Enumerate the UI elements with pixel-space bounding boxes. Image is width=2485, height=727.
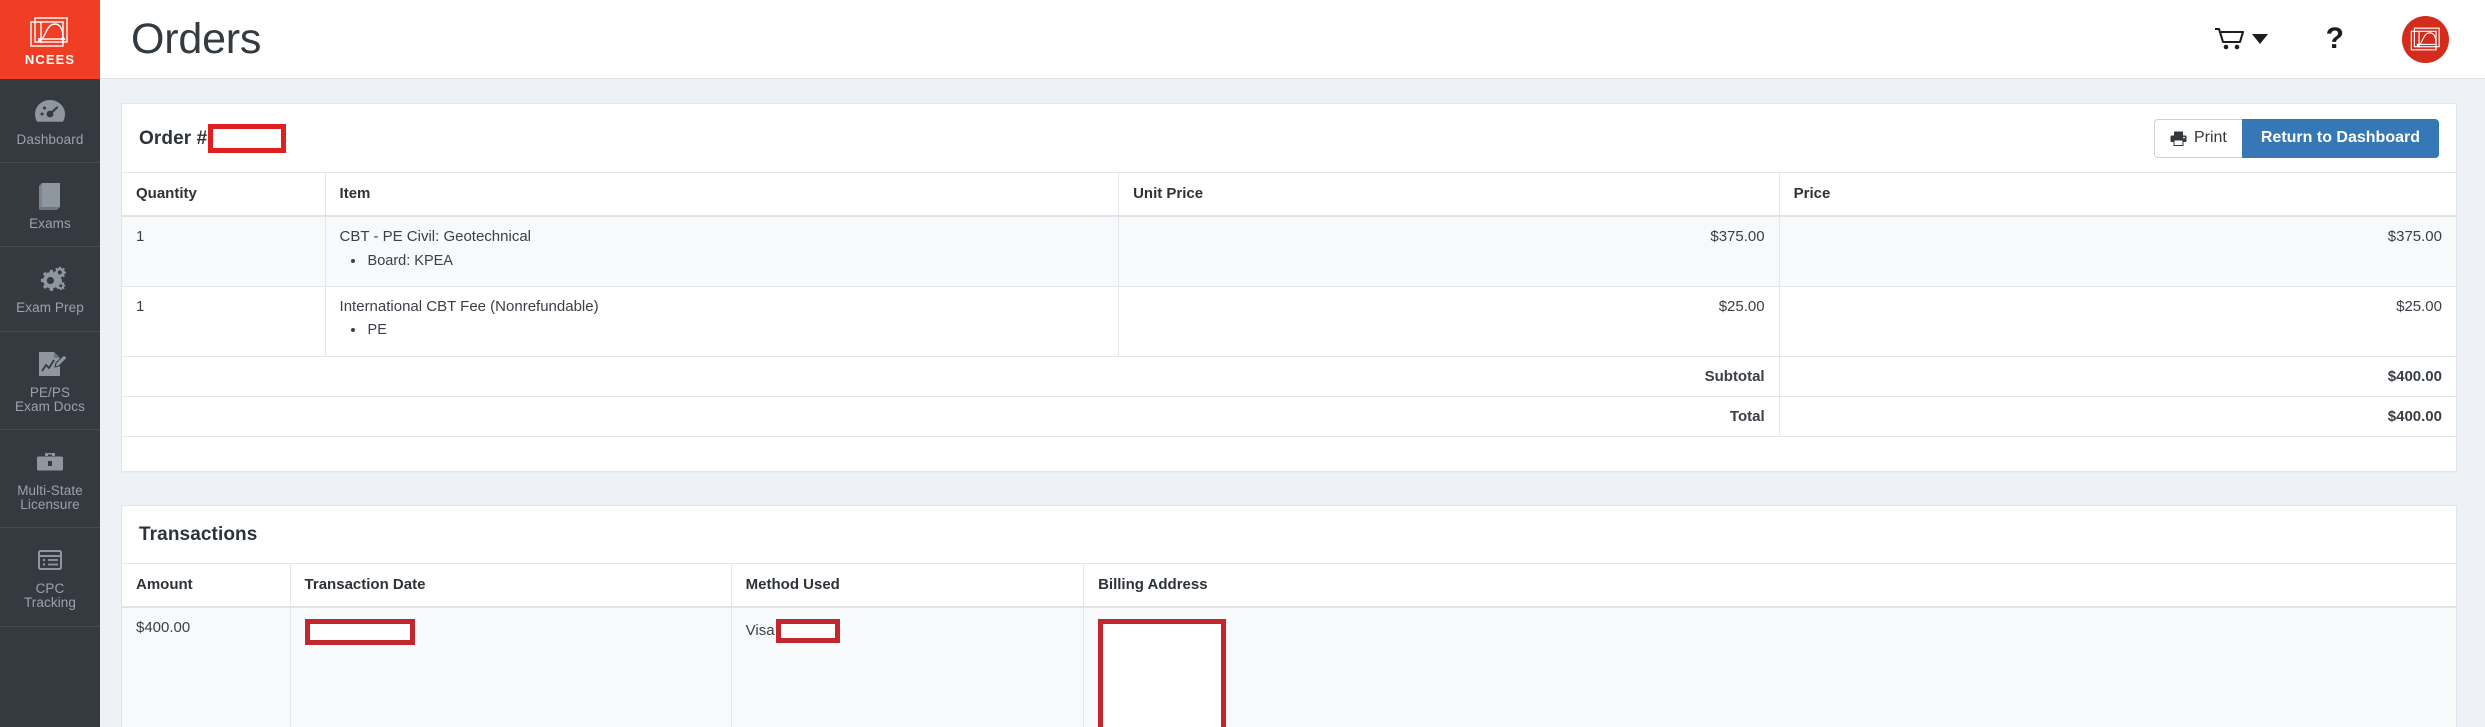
chevron-down-icon (2251, 34, 2268, 44)
print-button-label: Print (2193, 129, 2227, 146)
sidebar-item-exams[interactable]: Exams (0, 163, 100, 248)
top-bar: Orders ? (100, 0, 2485, 79)
table-row: 1 CBT - PE Civil: Geotechnical Board: KP… (122, 216, 2456, 287)
cart-menu[interactable] (2214, 27, 2268, 51)
sidebar: NCEES Dashboard Exams Exam Prep PE/PS Ex… (0, 0, 100, 727)
sidebar-item-label: Multi-State Licensure (17, 482, 83, 513)
dashboard-gauge-icon (33, 96, 67, 126)
order-items-table: Quantity Item Unit Price Price 1 CBT - P… (122, 172, 2456, 437)
method-used-label: Visa (745, 622, 775, 639)
table-header-row: Amount Transaction Date Method Used Bill… (122, 562, 2456, 608)
cell-price: $25.00 (1778, 286, 2456, 357)
order-panel: Order # Print Return to Dashboard Quanti… (121, 103, 2457, 472)
cell-method-used: Visa (730, 606, 1084, 727)
order-panel-header: Order # Print Return to Dashboard (122, 104, 2456, 172)
spacer-cell (122, 396, 326, 437)
total-label: Total (1118, 396, 1780, 437)
brand-label: NCEES (24, 52, 76, 67)
sidebar-item-label: Dashboard (16, 132, 84, 147)
method-used-redaction (775, 618, 840, 643)
list-grid-icon (33, 545, 67, 575)
main-area: Orders ? Order # Print Return to Dashboa… (100, 0, 2485, 727)
column-header-transaction-date: Transaction Date (289, 562, 732, 608)
total-row: Total $400.00 (122, 396, 2456, 437)
sidebar-item-pe-ps-exam-docs[interactable]: PE/PS Exam Docs (0, 332, 100, 430)
transactions-panel: Transactions Amount Transaction Date Met… (121, 504, 2457, 727)
transactions-title: Transactions (139, 523, 258, 545)
item-sub-entry: Board: KPEA (366, 252, 1105, 271)
column-header-unit-price: Unit Price (1118, 172, 1780, 217)
subtotal-value: $400.00 (1778, 356, 2456, 397)
cell-billing-address (1083, 606, 2456, 727)
transaction-date-redaction (304, 618, 415, 645)
shopping-cart-icon (2214, 27, 2245, 51)
sidebar-item-exam-prep[interactable]: Exam Prep (0, 247, 100, 332)
cell-item: CBT - PE Civil: Geotechnical Board: KPEA (324, 216, 1119, 287)
column-header-item: Item (324, 172, 1119, 217)
avatar[interactable] (2402, 15, 2449, 63)
gears-icon (33, 264, 67, 294)
column-header-billing-address: Billing Address (1083, 562, 2456, 608)
print-button[interactable]: Print (2153, 119, 2242, 158)
sidebar-nav: Dashboard Exams Exam Prep PE/PS Exam Doc… (0, 79, 100, 627)
cell-transaction-date (289, 606, 732, 727)
spacer-cell (325, 356, 1119, 397)
transactions-panel-header: Transactions (122, 506, 2456, 563)
app-root: NCEES Dashboard Exams Exam Prep PE/PS Ex… (0, 0, 2485, 727)
cell-unit-price: $375.00 (1118, 216, 1780, 287)
column-header-method-used: Method Used (730, 562, 1084, 608)
spacer-cell (122, 356, 326, 397)
sidebar-item-cpc-tracking[interactable]: CPC Tracking (0, 528, 100, 627)
page-title: Orders (131, 14, 262, 63)
item-sub-list: PE (366, 321, 1105, 340)
order-panel-actions: Print Return to Dashboard (2153, 119, 2439, 158)
subtotal-row: Subtotal $400.00 (122, 356, 2456, 397)
cell-item: International CBT Fee (Nonrefundable) PE (324, 286, 1119, 357)
cell-quantity: 1 (122, 286, 326, 357)
sidebar-item-label: PE/PS Exam Docs (15, 384, 85, 414)
item-sub-list: Board: KPEA (366, 252, 1105, 271)
cell-quantity: 1 (122, 216, 326, 287)
order-number-label: Order # (139, 127, 208, 149)
sidebar-item-label: Exams (29, 216, 71, 232)
question-mark-icon[interactable]: ? (2326, 24, 2344, 54)
billing-address-redaction (1098, 618, 1227, 727)
sidebar-item-dashboard[interactable]: Dashboard (0, 79, 100, 164)
book-icon (33, 180, 67, 211)
column-header-quantity: Quantity (122, 172, 326, 217)
order-number-heading: Order # (139, 124, 287, 153)
order-panel-footer (122, 436, 2456, 471)
document-pencil-icon (33, 349, 67, 379)
total-value: $400.00 (1778, 396, 2456, 437)
cell-unit-price: $25.00 (1118, 286, 1780, 357)
printer-icon (2170, 131, 2187, 146)
briefcase-icon (33, 447, 67, 477)
sidebar-item-label: Exam Prep (16, 300, 84, 316)
table-row: $400.00 Visa (122, 606, 2456, 727)
subtotal-label: Subtotal (1118, 356, 1780, 397)
sidebar-item-multi-state-licensure[interactable]: Multi-State Licensure (0, 430, 100, 529)
sidebar-item-label: CPC Tracking (23, 581, 77, 611)
cell-price: $375.00 (1778, 216, 2456, 287)
item-title: CBT - PE Civil: Geotechnical (339, 228, 532, 245)
spacer-cell (325, 396, 1119, 437)
cell-amount: $400.00 (122, 606, 291, 727)
item-title: International CBT Fee (Nonrefundable) (339, 297, 599, 315)
order-number-redaction (208, 124, 287, 153)
table-row: 1 International CBT Fee (Nonrefundable) … (122, 286, 2456, 357)
item-sub-entry: PE (366, 321, 1105, 340)
table-header-row: Quantity Item Unit Price Price (122, 172, 2456, 217)
ncees-logo-icon (28, 13, 72, 51)
return-to-dashboard-button[interactable]: Return to Dashboard (2241, 119, 2439, 158)
column-header-amount: Amount (122, 562, 291, 608)
transactions-table: Amount Transaction Date Method Used Bill… (122, 562, 2456, 727)
brand-logo[interactable]: NCEES (0, 0, 100, 79)
column-header-price: Price (1778, 172, 2456, 217)
content-area: Order # Print Return to Dashboard Quanti… (100, 79, 2485, 727)
top-bar-actions: ? (2214, 15, 2449, 63)
